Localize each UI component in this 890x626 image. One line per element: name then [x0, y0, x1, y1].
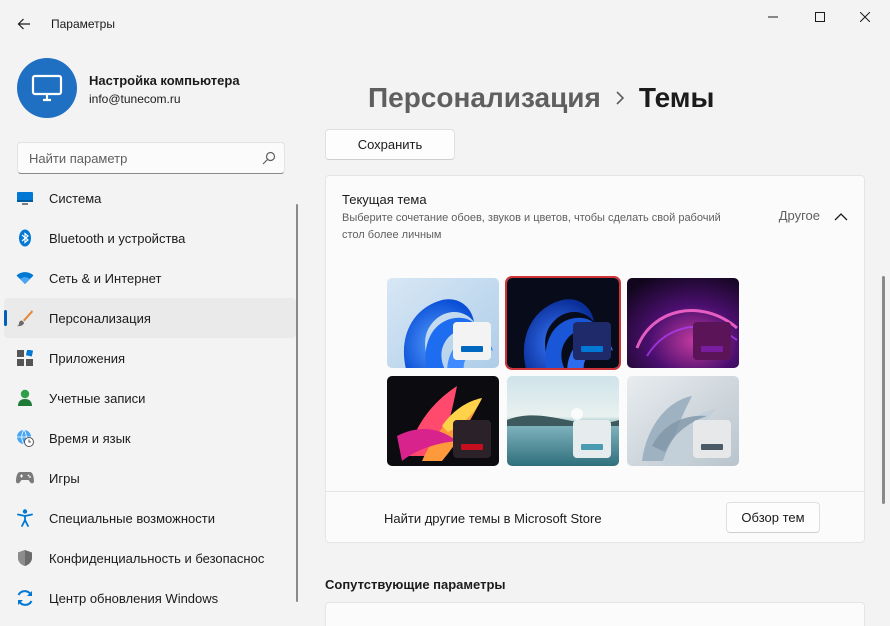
sidebar-item-label: Специальные возможности: [49, 510, 215, 526]
gamepad-icon: [16, 469, 34, 487]
bluetooth-icon: [16, 229, 34, 247]
sidebar-item-bluetooth[interactable]: Bluetooth и устройства: [4, 218, 296, 258]
theme-tile-windows-dark[interactable]: [505, 276, 621, 370]
search-box: [17, 142, 285, 174]
close-button[interactable]: [842, 0, 888, 34]
theme-tile-glow[interactable]: [627, 278, 739, 368]
sidebar-item-apps[interactable]: Приложения: [4, 338, 296, 378]
globe-clock-icon: [16, 429, 34, 447]
back-button[interactable]: [12, 12, 36, 36]
sidebar-item-system[interactable]: Система: [4, 178, 296, 218]
wifi-icon: [16, 269, 34, 287]
chevron-right-icon: [615, 91, 625, 105]
search-icon[interactable]: [262, 151, 276, 165]
accent-swatch: [453, 420, 491, 458]
arrow-left-icon: [17, 18, 30, 30]
accent-swatch: [573, 420, 611, 458]
sidebar-item-time-language[interactable]: Время и язык: [4, 418, 296, 458]
apps-icon: [16, 349, 34, 367]
sidebar-item-privacy[interactable]: Конфиденциальность и безопаснос: [4, 538, 296, 578]
search-input[interactable]: [18, 143, 248, 173]
theme-tile-sunrise[interactable]: [507, 376, 619, 466]
theme-tile-flow[interactable]: [627, 376, 739, 466]
related-settings-title: Сопутствующие параметры: [325, 577, 506, 592]
sidebar-item-label: Приложения: [49, 350, 126, 366]
store-row: Найти другие темы в Microsoft Store Обзо…: [325, 491, 865, 543]
person-icon: [16, 389, 34, 407]
minimize-button[interactable]: [750, 0, 796, 34]
theme-tile-windows-light[interactable]: [387, 278, 499, 368]
related-settings-card[interactable]: [325, 602, 865, 626]
sidebar-nav: Система Bluetooth и устройства Сеть & и …: [4, 178, 296, 618]
current-theme-description: Выберите сочетание обоев, звуков и цвето…: [342, 212, 721, 241]
maximize-icon: [815, 12, 825, 22]
sidebar-item-label: Персонализация: [49, 310, 151, 326]
breadcrumb: Персонализация Темы: [368, 82, 714, 114]
avatar[interactable]: [17, 58, 77, 118]
sidebar-item-accounts[interactable]: Учетные записи: [4, 378, 296, 418]
breadcrumb-parent[interactable]: Персонализация: [368, 82, 601, 114]
sidebar-item-personalization[interactable]: Персонализация: [4, 298, 296, 338]
close-icon: [860, 12, 870, 22]
page-title: Темы: [638, 82, 715, 113]
accent-swatch: [453, 322, 491, 360]
brush-icon: [16, 309, 34, 327]
sidebar-item-label: Конфиденциальность и безопаснос: [49, 550, 265, 566]
main-scrollbar[interactable]: [882, 276, 885, 504]
update-icon: [16, 589, 34, 607]
sidebar-scrollbar[interactable]: [296, 204, 298, 602]
maximize-button[interactable]: [797, 0, 843, 34]
theme-tile-captured-motion[interactable]: [387, 376, 499, 466]
accent-swatch: [693, 322, 731, 360]
save-button[interactable]: Сохранить: [325, 129, 455, 160]
store-text: Найти другие темы в Microsoft Store: [384, 511, 602, 526]
browse-themes-button[interactable]: Обзор тем: [726, 502, 820, 533]
sidebar-item-windows-update[interactable]: Центр обновления Windows: [4, 578, 296, 618]
sidebar-item-label: Игры: [49, 470, 80, 486]
accessibility-icon: [16, 509, 34, 527]
sidebar-item-label: Сеть & и Интернет: [49, 270, 162, 286]
chevron-up-icon[interactable]: [834, 210, 848, 224]
shield-icon: [16, 549, 34, 567]
sidebar-item-label: Bluetooth и устройства: [49, 230, 186, 246]
sidebar-item-accessibility[interactable]: Специальные возможности: [4, 498, 296, 538]
monitor-icon: [16, 189, 34, 207]
accent-swatch: [573, 322, 611, 360]
title-bar: Параметры: [0, 0, 890, 40]
profile-email: info@tunecom.ru: [89, 92, 181, 106]
current-theme-header[interactable]: Текущая тема Выберите сочетание обоев, з…: [325, 175, 865, 255]
sidebar-item-gaming[interactable]: Игры: [4, 458, 296, 498]
themes-grid: [325, 254, 865, 492]
app-title: Параметры: [51, 17, 115, 31]
accent-swatch: [693, 420, 731, 458]
minimize-icon: [768, 16, 778, 18]
sidebar-item-label: Учетные записи: [49, 390, 146, 406]
sidebar-item-network[interactable]: Сеть & и Интернет: [4, 258, 296, 298]
current-theme-value: Другое: [778, 208, 820, 223]
current-theme-title: Текущая тема: [342, 192, 427, 207]
sidebar-item-label: Центр обновления Windows: [49, 590, 219, 606]
sidebar-item-label: Система: [49, 190, 102, 206]
monitor-icon: [31, 74, 63, 102]
sidebar-item-label: Время и язык: [49, 430, 131, 446]
profile-name: Настройка компьютера: [89, 73, 240, 88]
